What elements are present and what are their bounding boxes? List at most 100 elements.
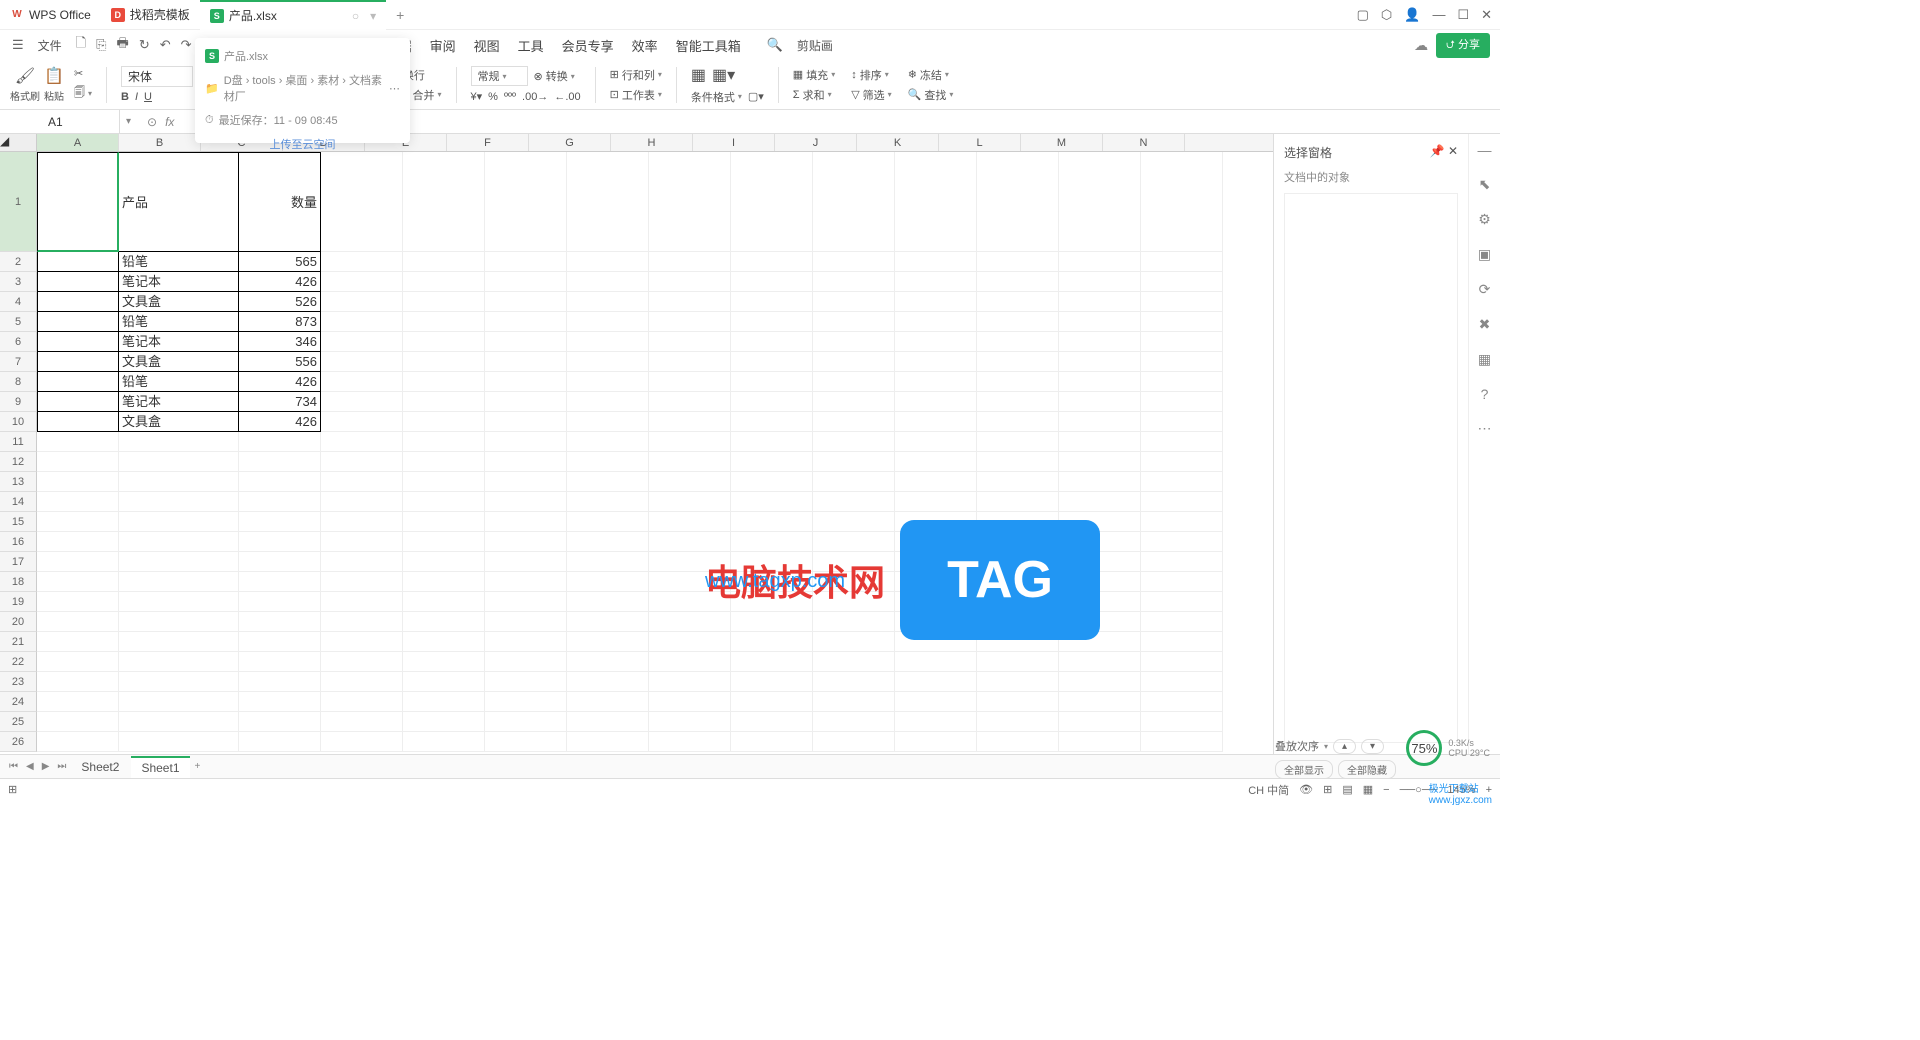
cell-F7[interactable]	[485, 352, 567, 372]
cell-J2[interactable]	[813, 252, 895, 272]
cell-M5[interactable]	[1059, 312, 1141, 332]
cell-B18[interactable]	[119, 572, 239, 592]
sheet-nav-next[interactable]: ▶	[39, 761, 53, 772]
row-col-button[interactable]: ⊞ 行和列 ▾	[610, 67, 662, 83]
redo-icon[interactable]: ↷	[179, 35, 194, 55]
cell-A24[interactable]	[37, 692, 119, 712]
cell-A21[interactable]	[37, 632, 119, 652]
cell-G3[interactable]	[567, 272, 649, 292]
settings-icon[interactable]: ⚙	[1478, 211, 1491, 228]
cell-C20[interactable]	[239, 612, 321, 632]
tab-efficiency[interactable]: 效率	[632, 36, 658, 55]
cell-C21[interactable]	[239, 632, 321, 652]
cell-D21[interactable]	[321, 632, 403, 652]
cell-M6[interactable]	[1059, 332, 1141, 352]
cell-K25[interactable]	[895, 712, 977, 732]
cell-L2[interactable]	[977, 252, 1059, 272]
cell-L5[interactable]	[977, 312, 1059, 332]
cell-E10[interactable]	[403, 412, 485, 432]
cell-C8[interactable]: 426	[239, 372, 321, 392]
cell-K1[interactable]	[895, 152, 977, 252]
sheet-nav-first[interactable]: ⏮	[6, 761, 21, 772]
cell-A8[interactable]	[37, 372, 119, 392]
dec-dec-icon[interactable]: ←.00	[554, 91, 580, 103]
cell-E25[interactable]	[403, 712, 485, 732]
cell-D5[interactable]	[321, 312, 403, 332]
cell-J22[interactable]	[813, 652, 895, 672]
cell-I14[interactable]	[731, 492, 813, 512]
cell-J1[interactable]	[813, 152, 895, 252]
cell-D20[interactable]	[321, 612, 403, 632]
cell-C4[interactable]: 526	[239, 292, 321, 312]
cell-J13[interactable]	[813, 472, 895, 492]
tools-icon[interactable]: ✖	[1479, 316, 1491, 333]
col-header-f[interactable]: F	[447, 134, 529, 151]
cell-G12[interactable]	[567, 452, 649, 472]
popup-more-icon[interactable]: ⋯	[389, 82, 400, 95]
cell-E16[interactable]	[403, 532, 485, 552]
cell-G5[interactable]	[567, 312, 649, 332]
cell-B8[interactable]: 铅笔	[119, 372, 239, 392]
cell-N1[interactable]	[1141, 152, 1223, 252]
cell-M23[interactable]	[1059, 672, 1141, 692]
cell-H4[interactable]	[649, 292, 731, 312]
cell-M14[interactable]	[1059, 492, 1141, 512]
row-header-23[interactable]: 23	[0, 672, 37, 692]
cell-F17[interactable]	[485, 552, 567, 572]
cell-G18[interactable]	[567, 572, 649, 592]
cell-D7[interactable]	[321, 352, 403, 372]
cell-A2[interactable]	[37, 252, 119, 272]
maximize-button[interactable]: ☐	[1457, 7, 1469, 23]
cell-F18[interactable]	[485, 572, 567, 592]
avatar-icon[interactable]: 👤	[1404, 7, 1420, 23]
cell-J24[interactable]	[813, 692, 895, 712]
cell-M1[interactable]	[1059, 152, 1141, 252]
cell-D24[interactable]	[321, 692, 403, 712]
cell-B12[interactable]	[119, 452, 239, 472]
cell-N10[interactable]	[1141, 412, 1223, 432]
cell-H9[interactable]	[649, 392, 731, 412]
cell-A7[interactable]	[37, 352, 119, 372]
row-header-18[interactable]: 18	[0, 572, 37, 592]
collapse-icon[interactable]: —	[1478, 142, 1492, 158]
cell-F19[interactable]	[485, 592, 567, 612]
cell-E26[interactable]	[403, 732, 485, 752]
filter-button[interactable]: ▽ 筛选▾	[851, 87, 891, 103]
row-header-15[interactable]: 15	[0, 512, 37, 532]
percent-icon[interactable]: %	[488, 91, 498, 103]
cell-M12[interactable]	[1059, 452, 1141, 472]
cell-C23[interactable]	[239, 672, 321, 692]
cell-E24[interactable]	[403, 692, 485, 712]
cell-I22[interactable]	[731, 652, 813, 672]
cell-A25[interactable]	[37, 712, 119, 732]
cell-N6[interactable]	[1141, 332, 1223, 352]
cell-L24[interactable]	[977, 692, 1059, 712]
cell-C22[interactable]	[239, 652, 321, 672]
cell-F24[interactable]	[485, 692, 567, 712]
cell-K8[interactable]	[895, 372, 977, 392]
sheet-add-button[interactable]: +	[192, 761, 204, 772]
copy-button[interactable]: 🗐 ▾	[74, 84, 92, 103]
cell-D15[interactable]	[321, 512, 403, 532]
cell-I10[interactable]	[731, 412, 813, 432]
cell-A17[interactable]	[37, 552, 119, 572]
col-header-k[interactable]: K	[857, 134, 939, 151]
cell-C17[interactable]	[239, 552, 321, 572]
menu-clipboard[interactable]: 剪贴画	[791, 37, 839, 54]
row-header-7[interactable]: 7	[0, 352, 37, 372]
cell-L23[interactable]	[977, 672, 1059, 692]
col-header-b[interactable]: B	[119, 134, 201, 151]
cell-G22[interactable]	[567, 652, 649, 672]
share-button[interactable]: ⮍ 分享	[1436, 33, 1490, 58]
cell-N18[interactable]	[1141, 572, 1223, 592]
cell-K13[interactable]	[895, 472, 977, 492]
cell-G11[interactable]	[567, 432, 649, 452]
cell-L14[interactable]	[977, 492, 1059, 512]
cell-E19[interactable]	[403, 592, 485, 612]
cell-F5[interactable]	[485, 312, 567, 332]
cell-I1[interactable]	[731, 152, 813, 252]
cell-D13[interactable]	[321, 472, 403, 492]
cell-D12[interactable]	[321, 452, 403, 472]
cell-G21[interactable]	[567, 632, 649, 652]
table-styles-button[interactable]: ▦▾	[712, 65, 735, 85]
